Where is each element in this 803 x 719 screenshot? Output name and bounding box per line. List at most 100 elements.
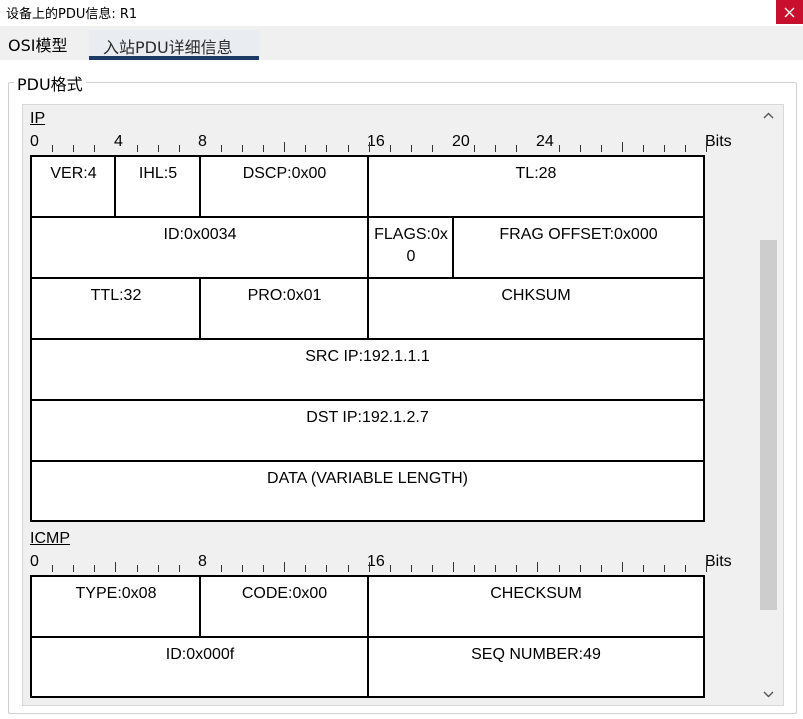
ip-field-ttl: TTL:32 <box>30 277 200 339</box>
icmp-field-code: CODE:0x00 <box>199 575 368 637</box>
ruler-tick <box>115 562 116 572</box>
icmp-field-checksum: CHECKSUM <box>367 575 705 637</box>
icmp-field-id: ID:0x000f <box>30 636 368 698</box>
ruler-tick <box>348 145 349 152</box>
tab-inbound-label: 入站PDU详细信息 <box>103 38 233 57</box>
ruler-tick <box>284 142 285 152</box>
ip-section-label: IP <box>30 110 46 127</box>
active-tab-indicator <box>89 56 259 60</box>
ruler-tick <box>94 145 95 152</box>
pdu-format-legend: PDU格式 <box>14 71 86 95</box>
icmp-ruler-0: 0 <box>30 553 39 570</box>
ruler-tick <box>73 565 74 572</box>
close-icon <box>784 7 795 18</box>
icmp-field-seq-number: SEQ NUMBER:49 <box>367 636 705 698</box>
ruler-tick <box>390 145 391 152</box>
ruler-tick <box>263 145 264 152</box>
scroll-down-button[interactable] <box>760 684 777 704</box>
ruler-tick <box>601 565 602 572</box>
ruler-tick <box>94 565 95 572</box>
ruler-tick <box>601 145 602 152</box>
ruler-tick <box>685 565 686 572</box>
icmp-section-label: ICMP <box>30 530 70 547</box>
ip-field-dscp: DSCP:0x00 <box>199 155 368 217</box>
ruler-tick <box>664 565 665 572</box>
ruler-tick <box>179 565 180 572</box>
ruler-tick <box>516 565 517 572</box>
ruler-tick <box>158 565 159 572</box>
ruler-tick <box>73 145 74 152</box>
icmp-field-type: TYPE:0x08 <box>30 575 200 637</box>
ruler-tick <box>305 565 306 572</box>
ruler-tick <box>305 145 306 152</box>
ruler-tick <box>516 145 517 152</box>
ip-field-ver: VER:4 <box>30 155 115 217</box>
ruler-tick <box>706 562 707 572</box>
ruler-tick <box>411 145 412 152</box>
ip-field-ihl: IHL:5 <box>114 155 200 217</box>
ip-ruler-20: 20 <box>452 133 470 150</box>
chevron-down-icon <box>763 691 774 698</box>
ruler-tick <box>326 145 327 152</box>
ip-ruler-bits: Bits <box>705 133 732 150</box>
ruler-tick <box>263 565 264 572</box>
ruler-tick <box>369 142 370 152</box>
ruler-tick <box>137 565 138 572</box>
ruler-tick <box>474 145 475 152</box>
tab-osi-model[interactable]: OSI模型 <box>8 32 67 56</box>
ruler-tick <box>559 565 560 572</box>
ruler-tick <box>284 562 285 572</box>
ip-ruler-8: 8 <box>198 133 207 150</box>
ip-field-tl: TL:28 <box>367 155 705 217</box>
ruler-tick <box>495 145 496 152</box>
ip-field-chksum: CHKSUM <box>367 277 705 339</box>
ruler-tick <box>432 565 433 572</box>
ruler-tick <box>390 565 391 572</box>
ruler-tick <box>52 145 53 152</box>
ip-ruler-4: 4 <box>114 133 123 150</box>
ruler-tick <box>242 145 243 152</box>
ruler-tick <box>221 565 222 572</box>
window-title: 设备上的PDU信息: R1 <box>6 7 138 22</box>
ruler-tick <box>411 565 412 572</box>
ruler-tick <box>580 145 581 152</box>
ip-field-frag-offset: FRAG OFFSET:0x000 <box>452 216 705 278</box>
ruler-tick <box>221 145 222 152</box>
icmp-ruler-bits: Bits <box>705 553 732 570</box>
ip-field-pro: PRO:0x01 <box>199 277 368 339</box>
ruler-tick <box>242 565 243 572</box>
ruler-tick <box>622 562 623 572</box>
ip-ruler-0: 0 <box>30 133 39 150</box>
scroll-up-button[interactable] <box>760 106 777 126</box>
ip-ruler-24: 24 <box>536 133 554 150</box>
ruler-tick <box>348 565 349 572</box>
ruler-tick <box>52 565 53 572</box>
ruler-tick <box>580 565 581 572</box>
ruler-tick <box>706 142 707 152</box>
ruler-tick <box>643 565 644 572</box>
ruler-tick <box>622 142 623 152</box>
ip-field-flags: FLAGS:0x0 <box>367 216 453 278</box>
ruler-tick <box>369 562 370 572</box>
ruler-tick <box>495 565 496 572</box>
ruler-tick <box>158 145 159 152</box>
ruler-tick <box>453 562 454 572</box>
ip-field-dst-ip: DST IP:192.1.2.7 <box>30 399 705 461</box>
ruler-tick <box>685 145 686 152</box>
close-button[interactable] <box>776 0 803 24</box>
ip-field-src-ip: SRC IP:192.1.1.1 <box>30 338 705 400</box>
ruler-tick <box>643 145 644 152</box>
ruler-tick <box>137 145 138 152</box>
chevron-up-icon <box>763 112 774 119</box>
ip-field-data: DATA (VARIABLE LENGTH) <box>30 460 705 522</box>
ruler-tick <box>664 145 665 152</box>
ruler-tick <box>432 145 433 152</box>
ruler-tick <box>474 565 475 572</box>
ruler-tick <box>537 562 538 572</box>
ruler-tick <box>559 145 560 152</box>
ruler-tick <box>326 565 327 572</box>
ruler-tick <box>179 145 180 152</box>
scrollbar-thumb[interactable] <box>760 240 777 610</box>
ip-field-id: ID:0x0034 <box>30 216 368 278</box>
icmp-ruler-8: 8 <box>198 553 207 570</box>
